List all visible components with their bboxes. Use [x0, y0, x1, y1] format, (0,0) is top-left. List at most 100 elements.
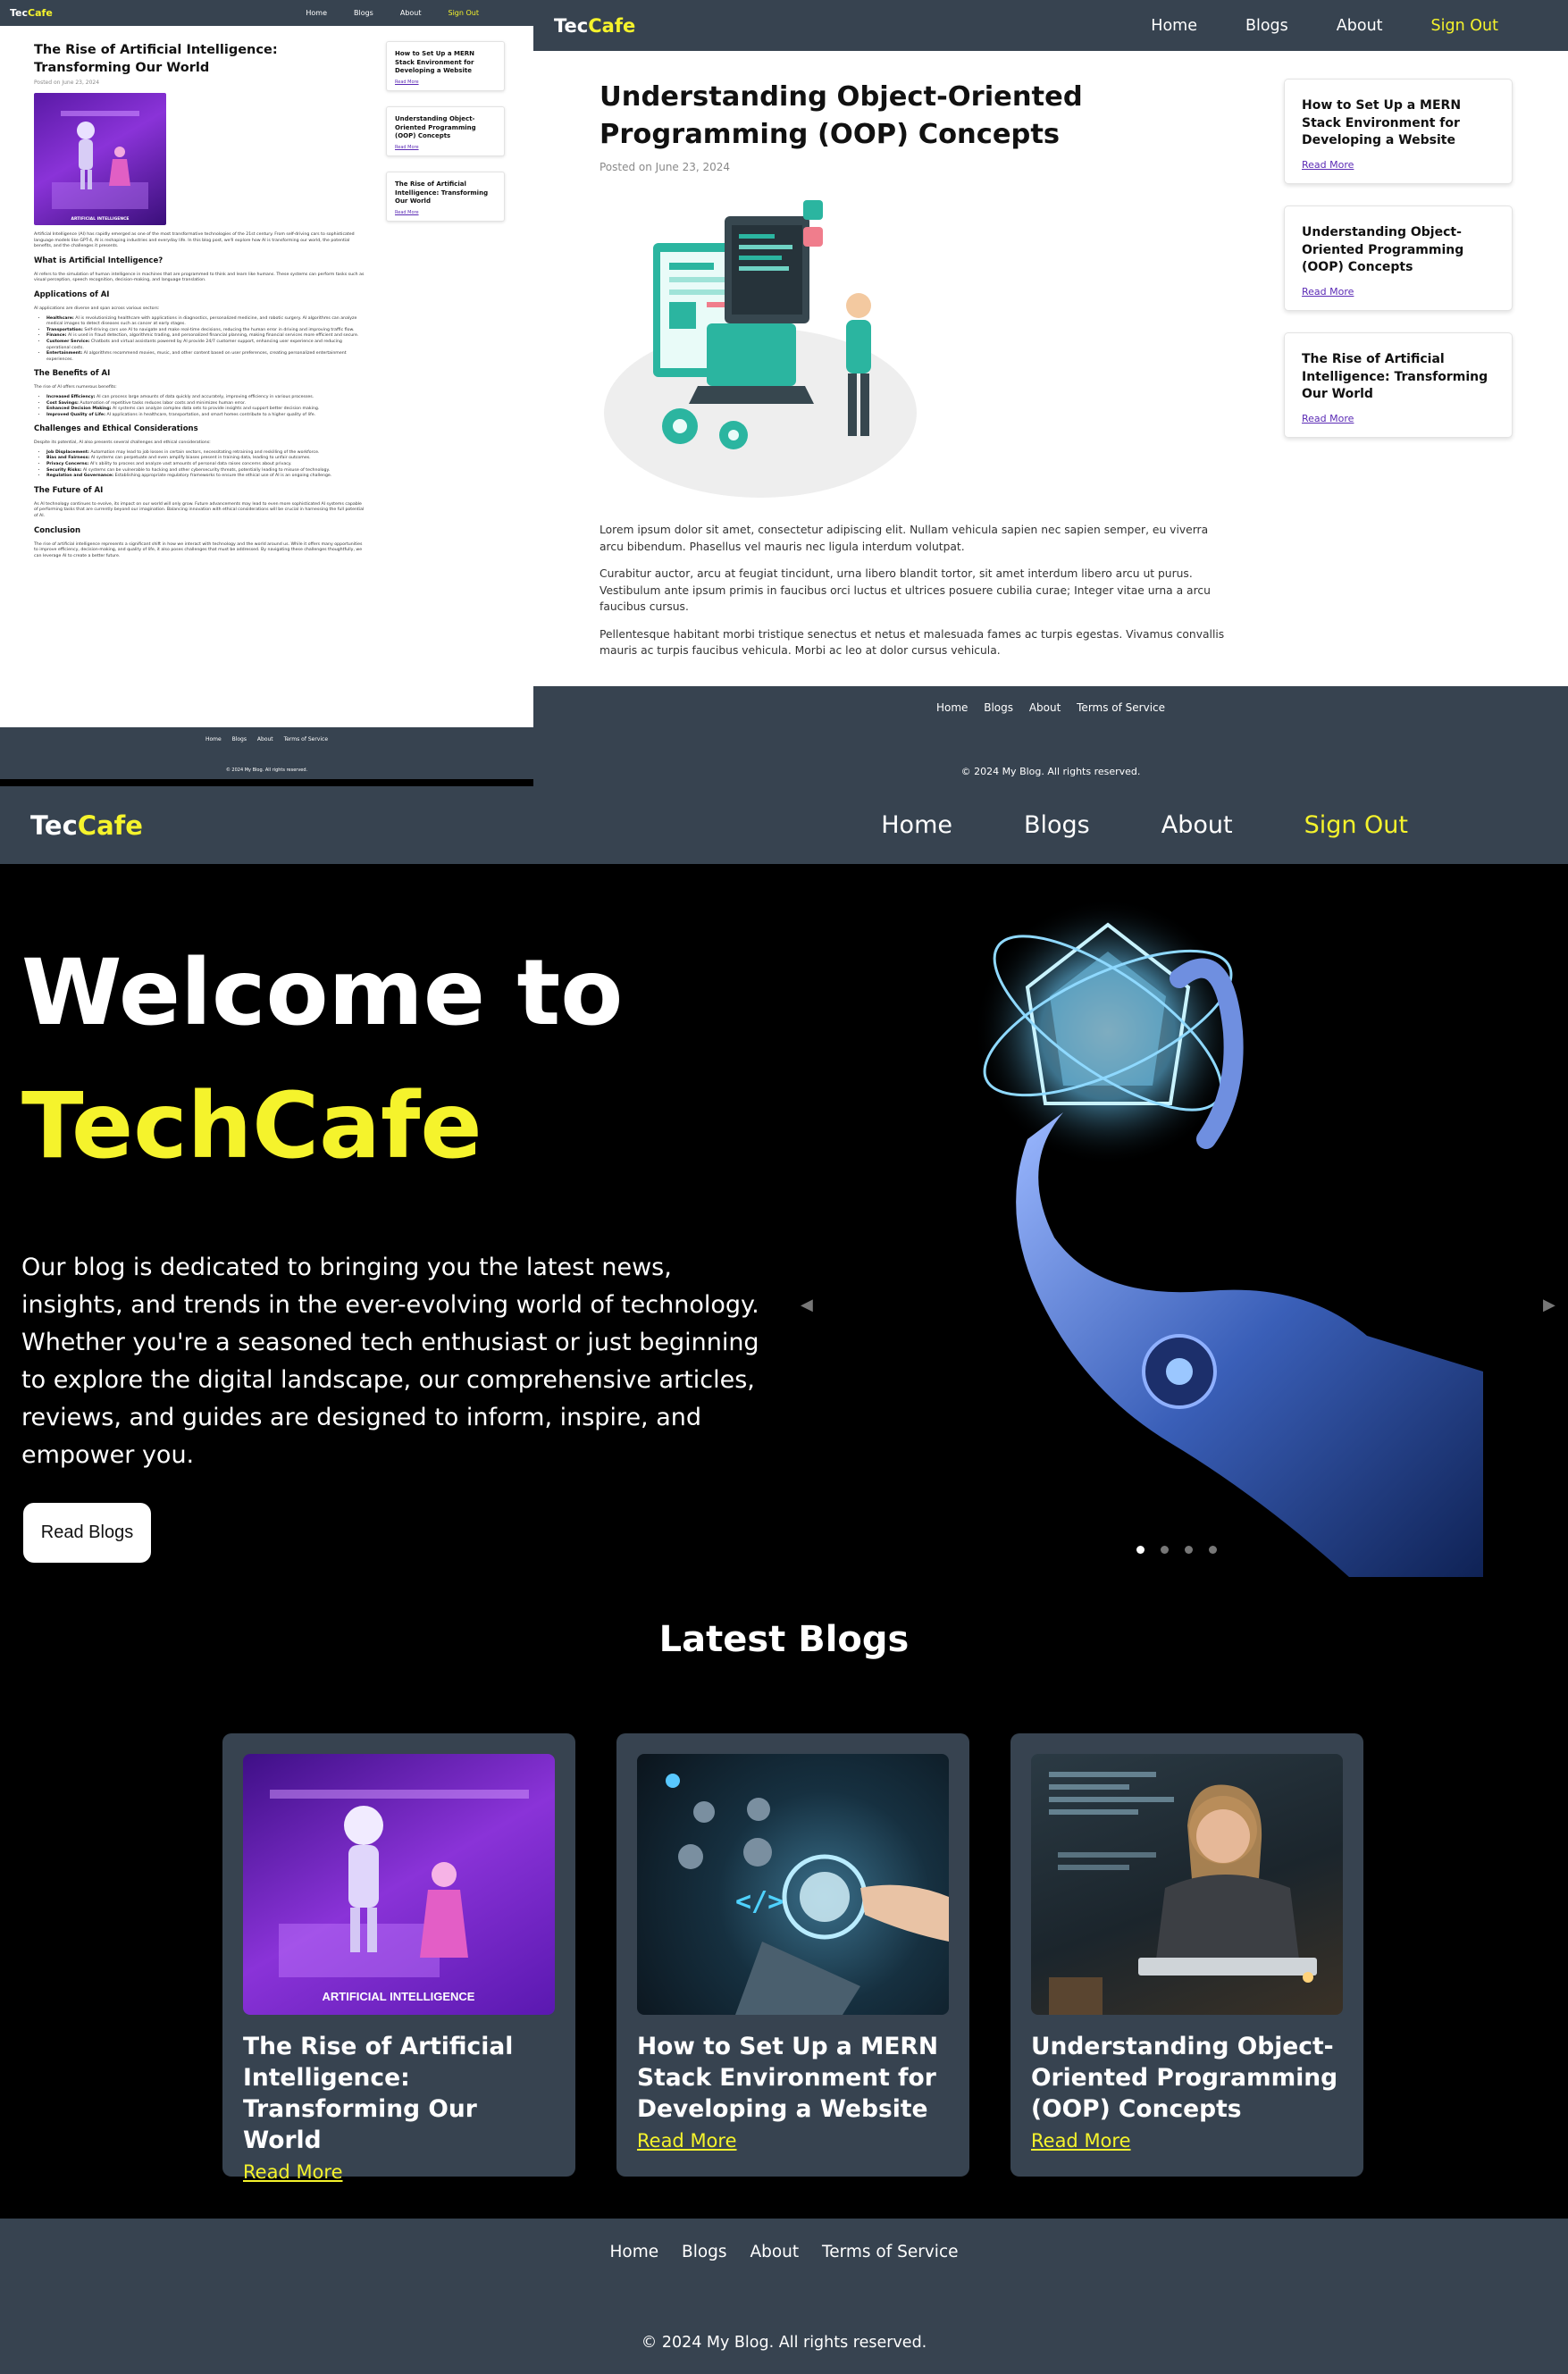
nav-home[interactable]: Home — [306, 9, 327, 17]
section-heading: Applications of AI — [34, 289, 110, 299]
footer-link-blogs[interactable]: Blogs — [682, 2243, 727, 2261]
logo-suffix: Cafe — [588, 14, 636, 37]
hero-brand-name: TechCafe — [21, 1073, 482, 1179]
list-item: Privacy Concerns: AI's ability to proces… — [46, 462, 365, 468]
list-item: Regulation and Governance: Establishing … — [46, 474, 365, 480]
logo[interactable]: TecCafe — [30, 810, 143, 841]
section-text: AI applications are diverse and span acr… — [34, 306, 160, 311]
read-more-link[interactable]: Read More — [395, 210, 496, 215]
read-blogs-button[interactable]: Read Blogs — [23, 1503, 151, 1563]
nav-blogs[interactable]: Blogs — [1024, 811, 1090, 839]
read-more-link[interactable]: Read More — [395, 145, 496, 150]
footer: Home Blogs About Terms of Service © 2024… — [0, 2219, 1568, 2374]
footer: Home Blogs About Terms of Service © 2024… — [533, 686, 1568, 786]
navbar: TecCafe Home Blogs About Sign Out — [533, 0, 1568, 51]
sidebar-post-card: The Rise of Artificial Intelligence: Tra… — [1284, 332, 1513, 438]
logo-suffix: Cafe — [28, 7, 53, 19]
section-heading: What is Artificial Intelligence? — [34, 256, 164, 265]
nav-about[interactable]: About — [1337, 17, 1383, 35]
article-title: Understanding Object-Oriented Programmin… — [600, 81, 1083, 150]
blog-card: ARTIFICIAL INTELLIGENCE The Rise of Arti… — [222, 1733, 575, 2183]
blog-card: Understanding Object-Oriented Programmin… — [1010, 1733, 1363, 2177]
carousel-dot[interactable] — [1136, 1546, 1145, 1554]
read-more-link[interactable]: Read More — [1302, 286, 1495, 298]
section-text: The rise of AI offers numerous benefits: — [34, 385, 117, 390]
sidebar-post-title: How to Set Up a MERN Stack Environment f… — [1302, 98, 1462, 147]
footer: Home Blogs About Terms of Service © 2024… — [0, 727, 533, 779]
oop-article-page: TecCafe Home Blogs About Sign Out Unders… — [533, 0, 1568, 786]
nav-blogs[interactable]: Blogs — [354, 9, 373, 17]
hero-welcome: Welcome to — [21, 940, 624, 1046]
footer-link-blogs[interactable]: Blogs — [984, 701, 1013, 714]
sidebar-post-card: The Rise of Artificial Intelligence: Tra… — [386, 172, 505, 222]
nav-blogs[interactable]: Blogs — [1245, 17, 1288, 35]
read-more-link[interactable]: Read More — [1031, 2130, 1131, 2152]
sidebar-post-card: Understanding Object-Oriented Programmin… — [386, 106, 505, 156]
logo[interactable]: TecCafe — [554, 15, 635, 37]
read-more-link[interactable]: Read More — [1302, 413, 1495, 424]
footer-link-about[interactable]: About — [257, 736, 273, 742]
blog-card-image: ARTIFICIAL INTELLIGENCE — [243, 1754, 555, 2015]
sidebar-post-title: Understanding Object-Oriented Programmin… — [395, 115, 476, 139]
logo[interactable]: TecCafe — [10, 7, 53, 19]
blog-card-image — [1031, 1754, 1343, 2015]
blog-card-image: </> — [637, 1754, 949, 2015]
read-more-link[interactable]: Read More — [1302, 159, 1495, 171]
carousel-indicators — [1136, 1546, 1217, 1554]
footer-link-home[interactable]: Home — [609, 2243, 658, 2261]
article-content: The Rise of Artificial Intelligence: Tra… — [34, 41, 365, 559]
section-text: As AI technology continues to evolve, it… — [34, 501, 365, 519]
list-item: Increased Efficiency: AI can process lar… — [46, 395, 365, 401]
applications-list: Healthcare: AI is revolutionizing health… — [46, 316, 365, 364]
article-paragraph: Curabitur auctor, arcu at feugiat tincid… — [600, 567, 1211, 613]
carousel-dot[interactable] — [1209, 1546, 1217, 1554]
carousel-dot[interactable] — [1161, 1546, 1169, 1554]
carousel-prev-icon[interactable]: ◀ — [801, 1296, 813, 1314]
read-more-link[interactable]: Read More — [637, 2130, 737, 2152]
blog-card-image-caption: ARTIFICIAL INTELLIGENCE — [323, 1990, 475, 2003]
nav-about[interactable]: About — [1161, 811, 1233, 839]
list-item: Customer Service: Chatbots and virtual a… — [46, 340, 365, 351]
sidebar-post-title: How to Set Up a MERN Stack Environment f… — [395, 50, 475, 74]
home-page: TecCafe Home Blogs About Sign Out Welcom… — [0, 786, 1568, 2374]
article-paragraph: Lorem ipsum dolor sit amet, consectetur … — [600, 524, 1209, 553]
ai-article-page: TecCafe Home Blogs About Sign Out The Ri… — [0, 0, 533, 779]
section-text: Despite its potential, AI also presents … — [34, 440, 211, 446]
sidebar-post-card: How to Set Up a MERN Stack Environment f… — [1284, 79, 1513, 184]
list-item: Finance: AI is used in fraud detection, … — [46, 333, 365, 340]
nav-home[interactable]: Home — [1151, 17, 1197, 35]
article-hero-image: ARTIFICIAL INTELLIGENCE — [34, 93, 166, 225]
article-content: Understanding Object-Oriented Programmin… — [600, 79, 1234, 659]
section-heading: The Benefits of AI — [34, 369, 111, 379]
article-intro: Artificial Intelligence (AI) has rapidly… — [34, 232, 355, 249]
navbar: TecCafe Home Blogs About Sign Out — [0, 786, 1568, 864]
sidebar-post-title: Understanding Object-Oriented Programmin… — [1302, 225, 1464, 274]
article-paragraph: Pellentesque habitant morbi tristique se… — [600, 627, 1225, 658]
logo-prefix: Tec — [554, 14, 589, 37]
nav-sign-out[interactable]: Sign Out — [449, 9, 480, 17]
footer-link-terms[interactable]: Terms of Service — [1077, 701, 1165, 714]
footer-link-about[interactable]: About — [750, 2243, 799, 2261]
blog-card: </> How to Set Up a MERN Stack Environme… — [616, 1733, 969, 2177]
footer-link-terms[interactable]: Terms of Service — [284, 736, 328, 742]
list-item: Entertainment: AI algorithms recommend m… — [46, 351, 365, 363]
nav-sign-out[interactable]: Sign Out — [1431, 17, 1498, 35]
list-item: Healthcare: AI is revolutionizing health… — [46, 316, 365, 328]
carousel-next-icon[interactable]: ▶ — [1543, 1296, 1555, 1314]
footer-link-home[interactable]: Home — [205, 736, 222, 742]
read-more-link[interactable]: Read More — [395, 80, 496, 85]
footer-link-about[interactable]: About — [1029, 701, 1061, 714]
nav-sign-out[interactable]: Sign Out — [1304, 811, 1408, 839]
nav-about[interactable]: About — [400, 9, 422, 17]
hero-carousel: ◀ ▶ — [799, 871, 1568, 1577]
sidebar-post-card: How to Set Up a MERN Stack Environment f… — [386, 41, 505, 91]
carousel-dot[interactable] — [1185, 1546, 1193, 1554]
footer-link-blogs[interactable]: Blogs — [232, 736, 247, 742]
panel-divider — [0, 779, 533, 786]
footer-link-home[interactable]: Home — [936, 701, 968, 714]
read-more-link[interactable]: Read More — [243, 2161, 343, 2183]
blog-card-title: How to Set Up a MERN Stack Environment f… — [637, 2033, 939, 2123]
nav-home[interactable]: Home — [881, 811, 952, 839]
footer-link-terms[interactable]: Terms of Service — [822, 2243, 958, 2261]
blog-card-title: Understanding Object-Oriented Programmin… — [1031, 2033, 1338, 2123]
